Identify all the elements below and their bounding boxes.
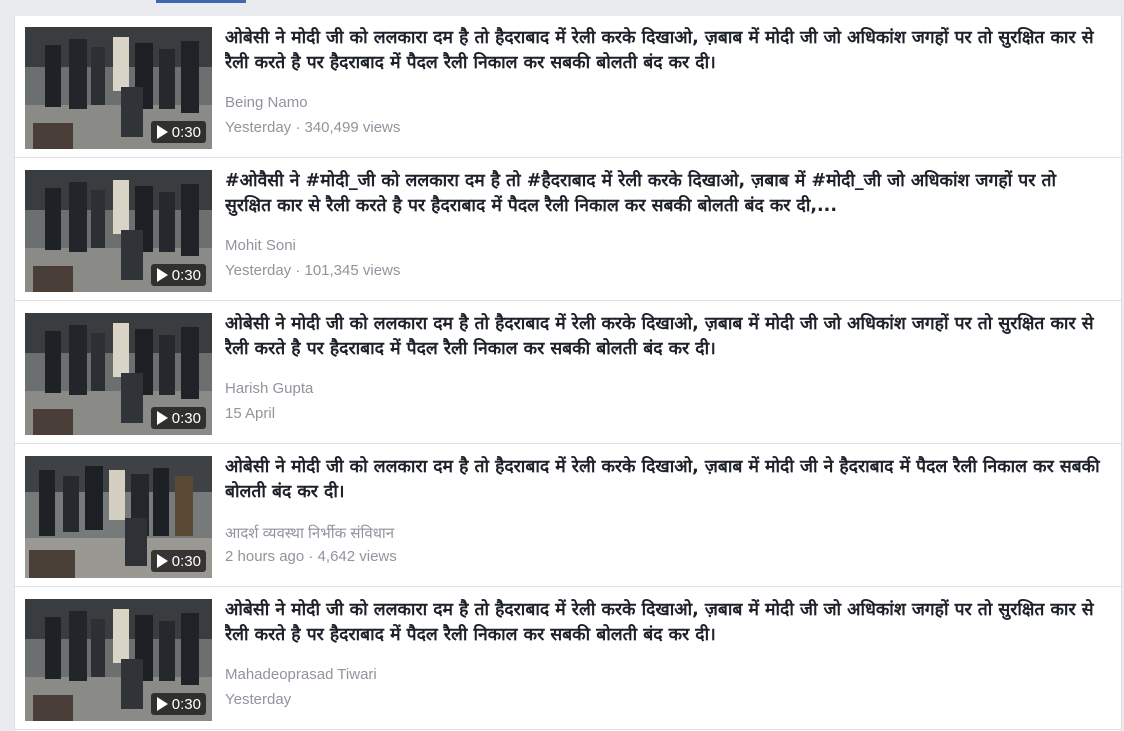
play-icon [156, 125, 168, 139]
top-bar [0, 0, 1124, 16]
video-author[interactable]: Being Namo [225, 94, 308, 111]
video-meta: 2 hours ago · 4,642 views [225, 548, 397, 565]
video-meta: Yesterday · 101,345 views [225, 262, 401, 279]
play-icon [156, 554, 168, 568]
video-thumbnail[interactable]: 0:30 [25, 27, 212, 149]
video-author[interactable]: आदर्श व्यवस्था निर्भीक संविधान [225, 523, 394, 543]
video-title[interactable]: #ओवैसी ने #मोदी_जी को ललकारा दम है तो #ह… [225, 169, 1105, 219]
video-result[interactable]: 0:30 ओबेसी ने मोदी जी को ललकारा दम है तो… [15, 302, 1121, 444]
video-duration: 0:30 [150, 264, 206, 286]
active-tab-indicator [156, 0, 246, 3]
video-meta: 15 April [225, 405, 276, 422]
duration-label: 0:30 [171, 409, 201, 427]
play-icon [156, 697, 168, 711]
video-author[interactable]: Mahadeoprasad Tiwari [225, 666, 377, 683]
video-meta: Yesterday [225, 691, 292, 708]
video-result[interactable]: 0:30 ओबेसी ने मोदी जी को ललकारा दम है तो… [15, 16, 1121, 158]
video-title[interactable]: ओबेसी ने मोदी जी को ललकारा दम है तो हैदर… [225, 26, 1105, 76]
duration-label: 0:30 [171, 266, 201, 284]
video-result[interactable]: 0:30 #ओवैसी ने #मोदी_जी को ललकारा दम है … [15, 159, 1121, 301]
video-thumbnail[interactable]: 0:30 [25, 170, 212, 292]
video-thumbnail[interactable]: 0:30 [25, 313, 212, 435]
play-icon [156, 411, 168, 425]
video-title[interactable]: ओबेसी ने मोदी जी को ललकारा दम है तो हैदर… [225, 598, 1105, 648]
video-result[interactable]: 0:30 ओबेसी ने मोदी जी को ललकारा दम है तो… [15, 445, 1121, 587]
video-title[interactable]: ओबेसी ने मोदी जी को ललकारा दम है तो हैदर… [225, 455, 1105, 505]
video-result[interactable]: 0:30 ओबेसी ने मोदी जी को ललकारा दम है तो… [15, 588, 1121, 730]
play-icon [156, 268, 168, 282]
video-thumbnail[interactable]: 0:30 [25, 456, 212, 578]
video-meta: Yesterday · 340,499 views [225, 119, 401, 136]
video-duration: 0:30 [150, 407, 206, 429]
video-author[interactable]: Mohit Soni [225, 237, 296, 254]
duration-label: 0:30 [171, 552, 201, 570]
video-results-list: 0:30 ओबेसी ने मोदी जी को ललकारा दम है तो… [14, 16, 1122, 731]
duration-label: 0:30 [171, 695, 201, 713]
video-title[interactable]: ओबेसी ने मोदी जी को ललकारा दम है तो हैदर… [225, 312, 1105, 362]
video-author[interactable]: Harish Gupta [225, 380, 313, 397]
video-thumbnail[interactable]: 0:30 [25, 599, 212, 721]
video-duration: 0:30 [150, 121, 206, 143]
video-duration: 0:30 [150, 550, 206, 572]
duration-label: 0:30 [171, 123, 201, 141]
video-duration: 0:30 [150, 693, 206, 715]
